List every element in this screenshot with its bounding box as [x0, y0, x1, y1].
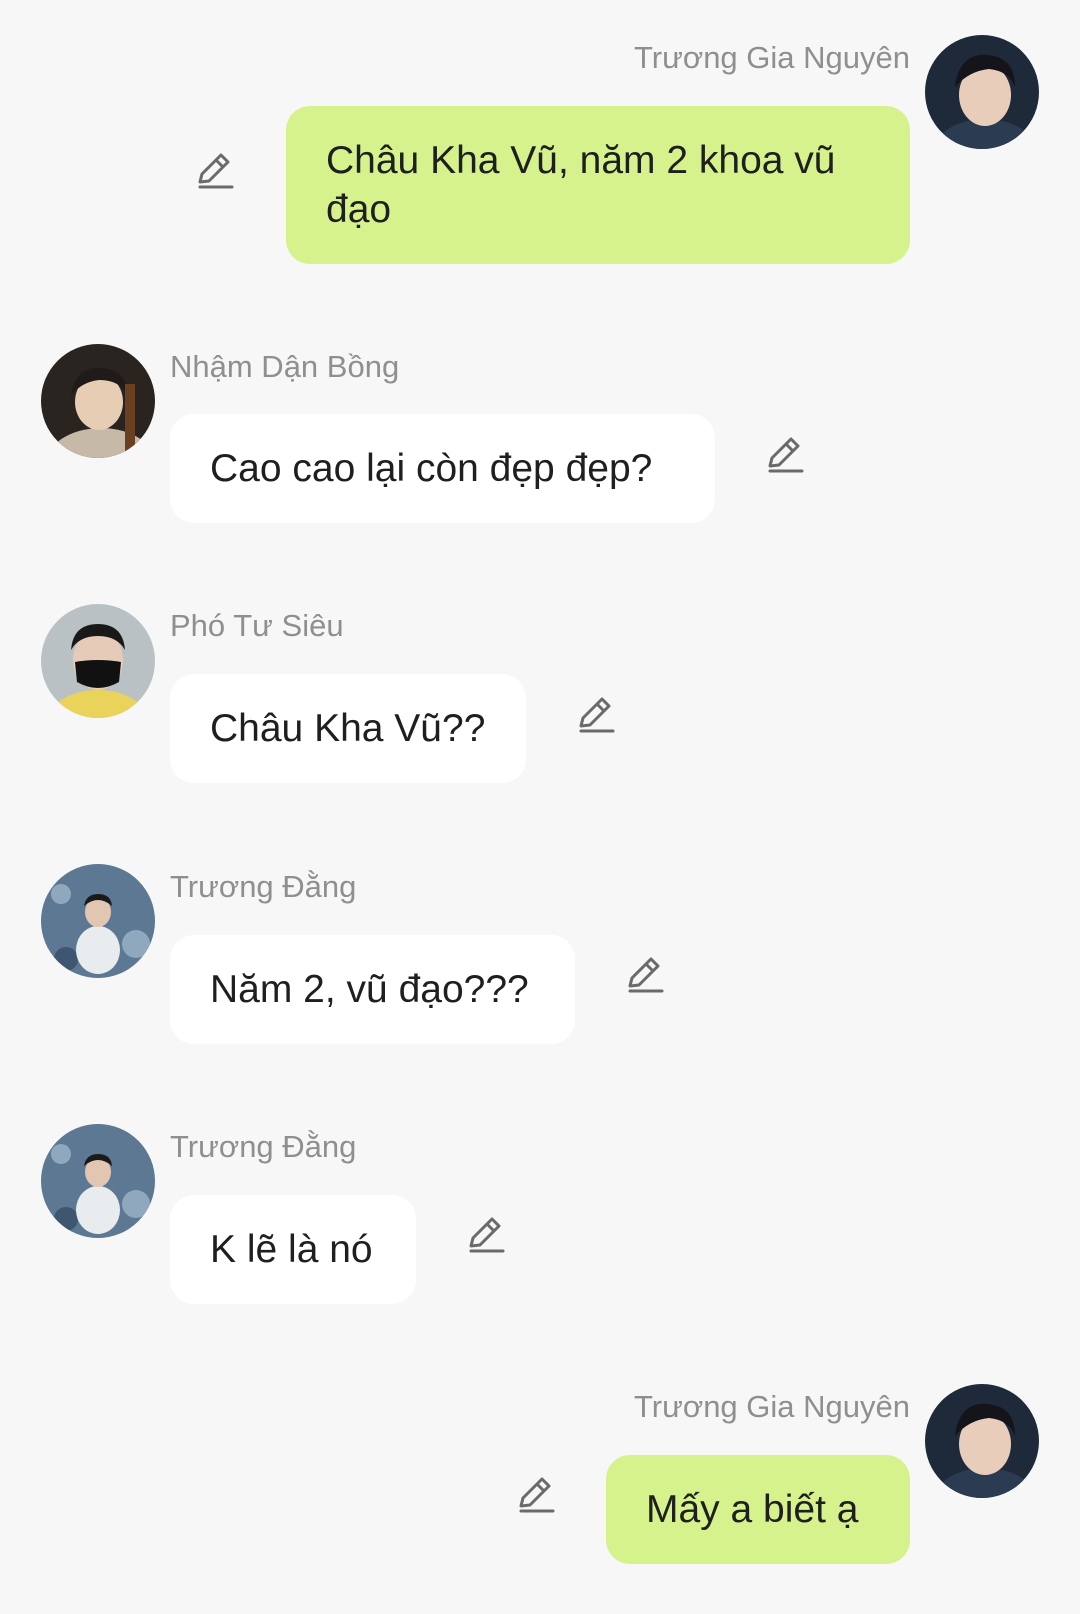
message-bubble[interactable]: Năm 2, vũ đạo???	[170, 935, 575, 1044]
pencil-edit-icon[interactable]	[575, 694, 617, 736]
sender-name: Phó Tư Siêu	[170, 608, 344, 643]
avatar[interactable]	[41, 344, 155, 458]
avatar[interactable]	[41, 604, 155, 718]
avatar-sitting-on-rocks-image	[41, 1124, 155, 1238]
message-bubble[interactable]: Châu Kha Vũ??	[170, 674, 526, 783]
avatar[interactable]	[925, 35, 1039, 149]
sender-name: Trương Gia Nguyên	[634, 1389, 910, 1424]
avatar[interactable]	[41, 864, 155, 978]
sender-name: Trương Đằng	[170, 1129, 357, 1164]
avatar-black-mask-image	[41, 604, 155, 718]
avatar[interactable]	[41, 1124, 155, 1238]
sender-name: Nhậm Dận Bồng	[170, 349, 400, 384]
avatar-dark-jacket-boy-image	[925, 35, 1039, 149]
sender-name: Trương Gia Nguyên	[634, 40, 910, 75]
message-bubble[interactable]: Mấy a biết ạ	[606, 1455, 910, 1564]
avatar-sitting-on-rocks-image	[41, 864, 155, 978]
sender-name: Trương Đằng	[170, 869, 357, 904]
message-bubble[interactable]: Cao cao lại còn đẹp đẹp?	[170, 414, 715, 523]
message-bubble[interactable]: K lẽ là nó	[170, 1195, 416, 1304]
avatar[interactable]	[925, 1384, 1039, 1498]
message-bubble[interactable]: Châu Kha Vũ, năm 2 khoa vũ đạo	[286, 106, 910, 264]
pencil-edit-icon[interactable]	[194, 150, 236, 192]
pencil-edit-icon[interactable]	[624, 954, 666, 996]
pencil-edit-icon[interactable]	[465, 1214, 507, 1256]
pencil-edit-icon[interactable]	[515, 1474, 557, 1516]
pencil-edit-icon[interactable]	[764, 434, 806, 476]
avatar-guitar-player-image	[41, 344, 155, 458]
avatar-dark-jacket-boy-image	[925, 1384, 1039, 1498]
chat-thread: Trương Gia Nguyên Châu Kha Vũ, năm 2 kho…	[0, 0, 1080, 1614]
